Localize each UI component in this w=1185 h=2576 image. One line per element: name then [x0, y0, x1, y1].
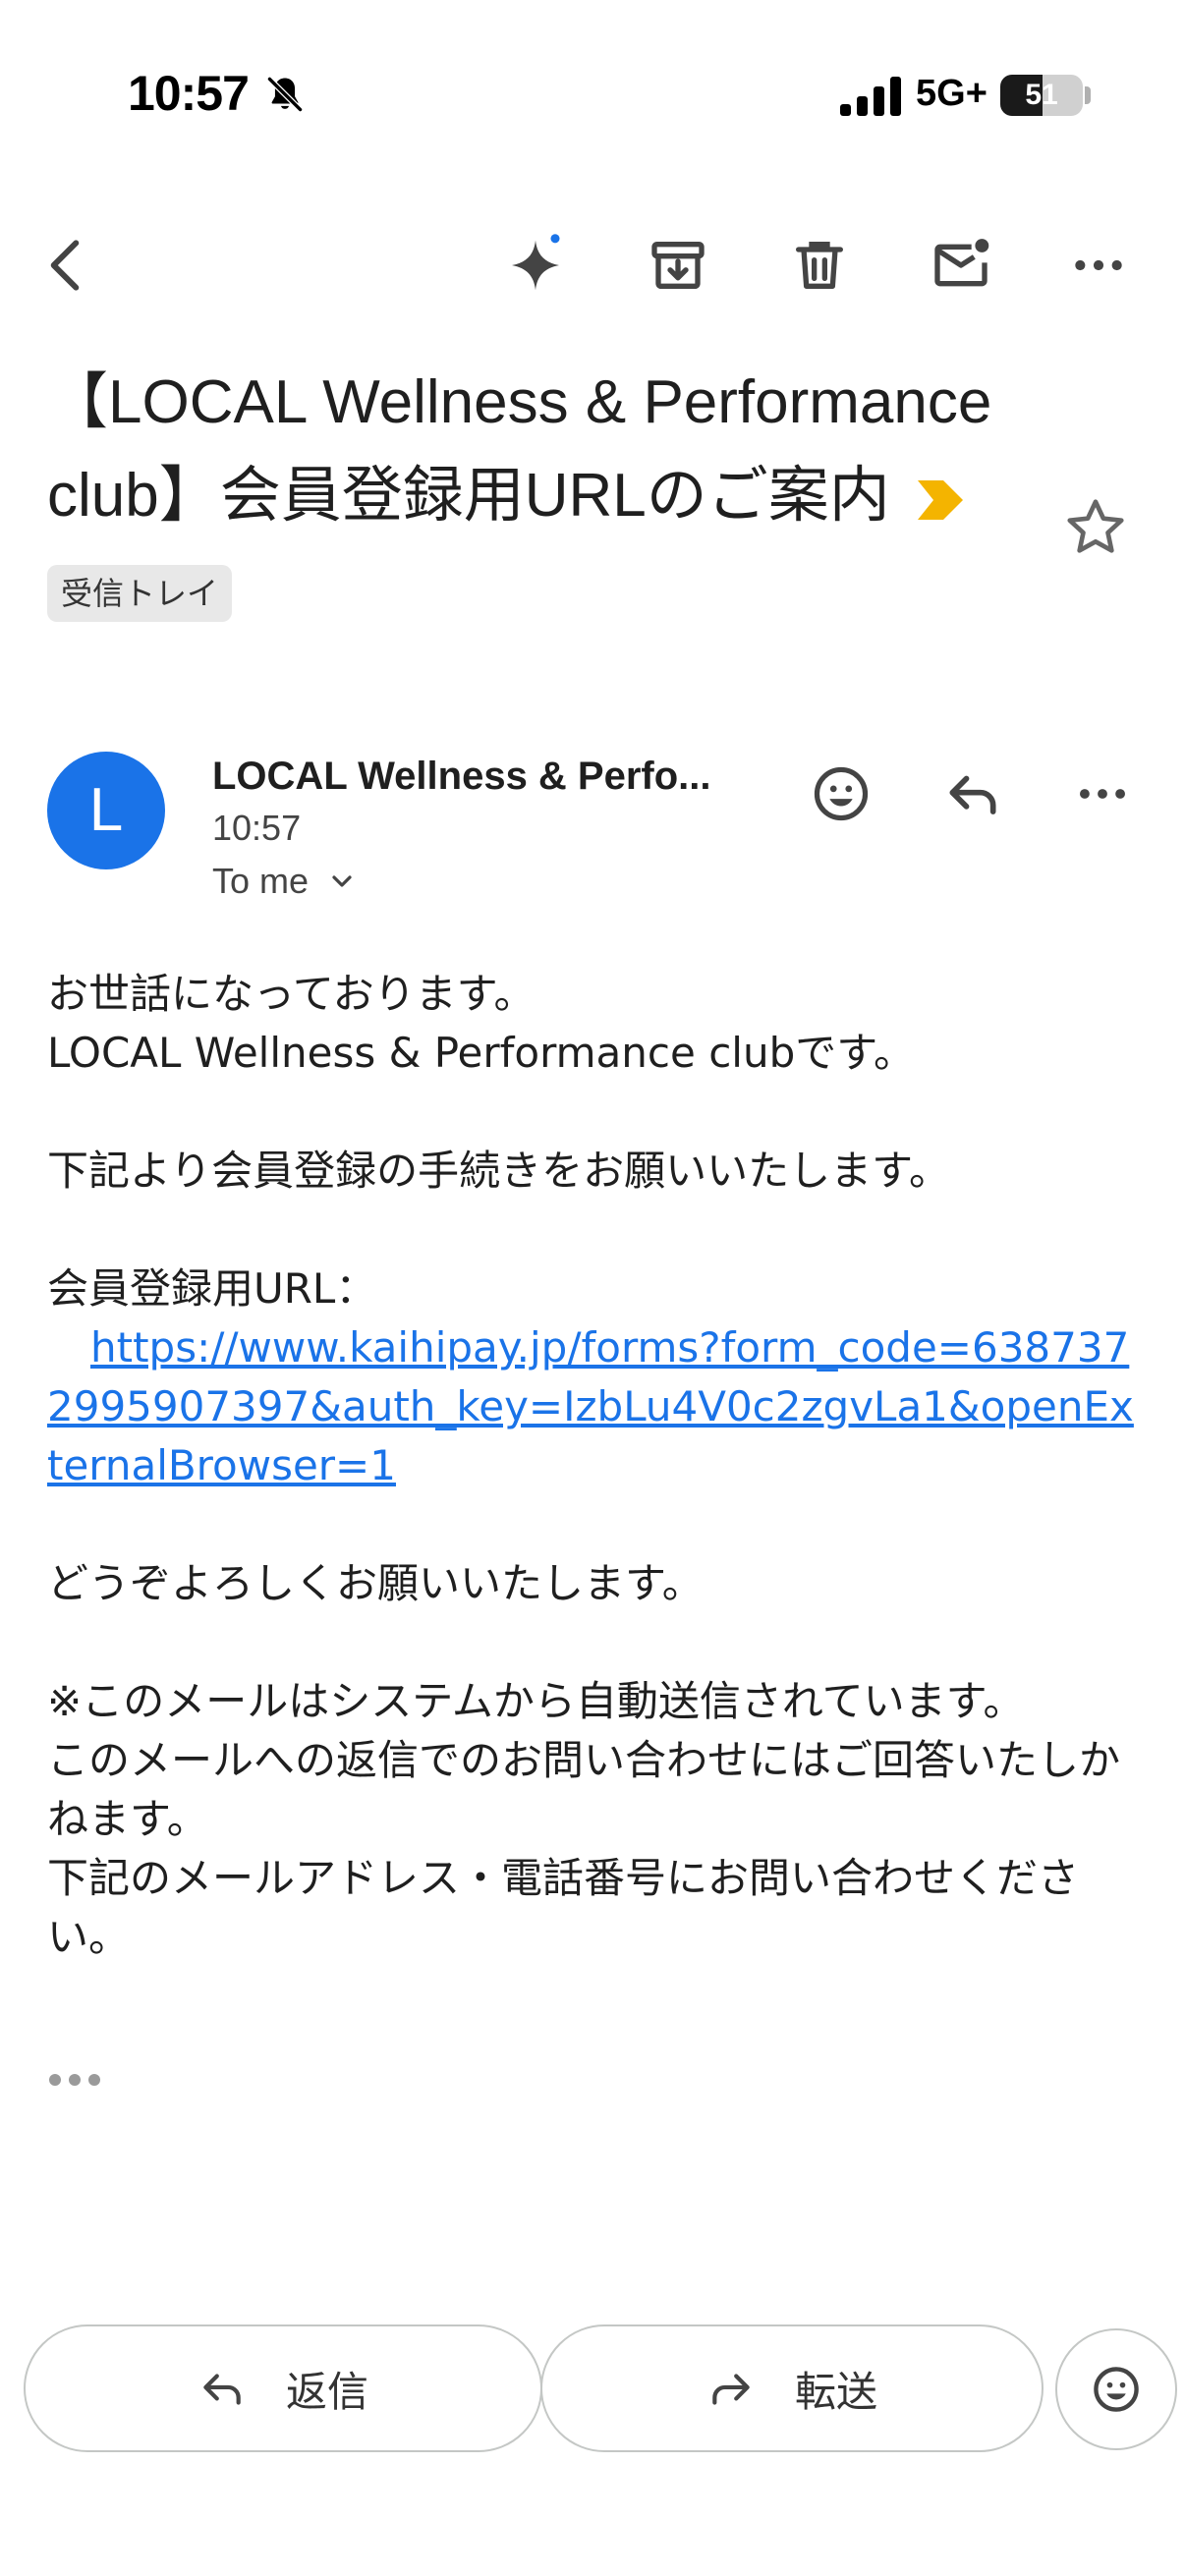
body-note-1: ※このメールはシステムから自動送信されています。 [47, 1677, 1025, 1725]
body-url-line: https://www.kaihipay.jp/forms?form_code=… [47, 1318, 1138, 1495]
add-reaction-button[interactable] [794, 747, 888, 841]
bell-muted-icon [266, 76, 304, 113]
sender-avatar[interactable]: L [47, 752, 165, 869]
network-type: 5G+ [916, 73, 988, 114]
body-greeting: お世話になっております。 [47, 970, 536, 1018]
more-horiz-icon [1075, 259, 1122, 271]
reply-icon [949, 775, 996, 814]
status-time: 10:57 [128, 66, 250, 121]
forward-button[interactable]: 転送 [540, 2324, 1044, 2452]
recipient-label: To me [212, 861, 310, 901]
back-arrow-icon [50, 240, 80, 291]
body-from-line: LOCAL Wellness & Performance clubです。 [47, 1029, 916, 1077]
reply-button[interactable]: 返信 [24, 2324, 542, 2452]
body-note-3: 下記のメールアドレス・電話番号にお問い合わせください。 [47, 1854, 1080, 1961]
archive-button[interactable] [629, 216, 727, 314]
emoji-smile-icon [814, 766, 869, 821]
emoji-reaction-button[interactable] [1055, 2328, 1177, 2450]
star-icon[interactable] [1061, 493, 1130, 562]
body-request: 下記より会員登録の手続きをお願いいたします。 [47, 1147, 950, 1195]
subject-text: 【LOCAL Wellness & Performance club】会員登録用… [47, 368, 992, 530]
battery-nub [1085, 86, 1091, 104]
body-note-2: このメールへの返信でのお問い合わせにはご回答いたしかねます。 [47, 1736, 1121, 1843]
body-url-label: 会員登録用URL： [47, 1264, 377, 1313]
back-button[interactable] [18, 216, 116, 314]
mark-unread-icon [934, 239, 989, 287]
battery-icon: 51 [1000, 75, 1083, 116]
gemini-button[interactable] [486, 216, 585, 314]
recipient-details-toggle[interactable]: To me [212, 861, 358, 902]
chevron-down-icon [332, 875, 352, 887]
show-trimmed-content-button[interactable] [49, 2063, 106, 2097]
registration-link[interactable]: https://www.kaihipay.jp/forms?form_code=… [47, 1323, 1134, 1489]
mark-unread-button[interactable] [912, 216, 1010, 314]
delete-button[interactable] [770, 216, 869, 314]
inbox-label-chip[interactable]: 受信トレイ [47, 564, 233, 622]
gemini-sparkle-icon [512, 234, 560, 291]
status-bar: 10:57 5G+ 51 [0, 0, 1185, 187]
sender-name[interactable]: LOCAL Wellness & Perfo... [212, 755, 743, 799]
email-subject: 【LOCAL Wellness & Performance club】会員登録用… [47, 356, 1030, 636]
emoji-smile-icon [1094, 2367, 1139, 2412]
important-marker-icon[interactable] [914, 478, 967, 522]
forward-label: 転送 [794, 2367, 877, 2416]
email-time: 10:57 [212, 808, 302, 848]
email-toolbar [0, 216, 1185, 324]
message-more-button[interactable] [1055, 747, 1150, 841]
email-body: お世話になっております。 LOCAL Wellness & Performanc… [47, 965, 1138, 1967]
reply-icon-button[interactable] [926, 747, 1020, 841]
more-horiz-icon [1080, 789, 1125, 799]
more-options-button[interactable] [1049, 216, 1148, 314]
reply-label: 返信 [285, 2367, 368, 2416]
body-closing: どうぞよろしくお願いいたします。 [47, 1559, 704, 1607]
battery-percentage: 51 [1025, 79, 1058, 111]
trash-icon [796, 242, 843, 289]
forward-icon [712, 2374, 750, 2405]
archive-icon [651, 242, 705, 289]
cellular-signal-icon [840, 77, 901, 116]
reply-icon [203, 2374, 241, 2405]
